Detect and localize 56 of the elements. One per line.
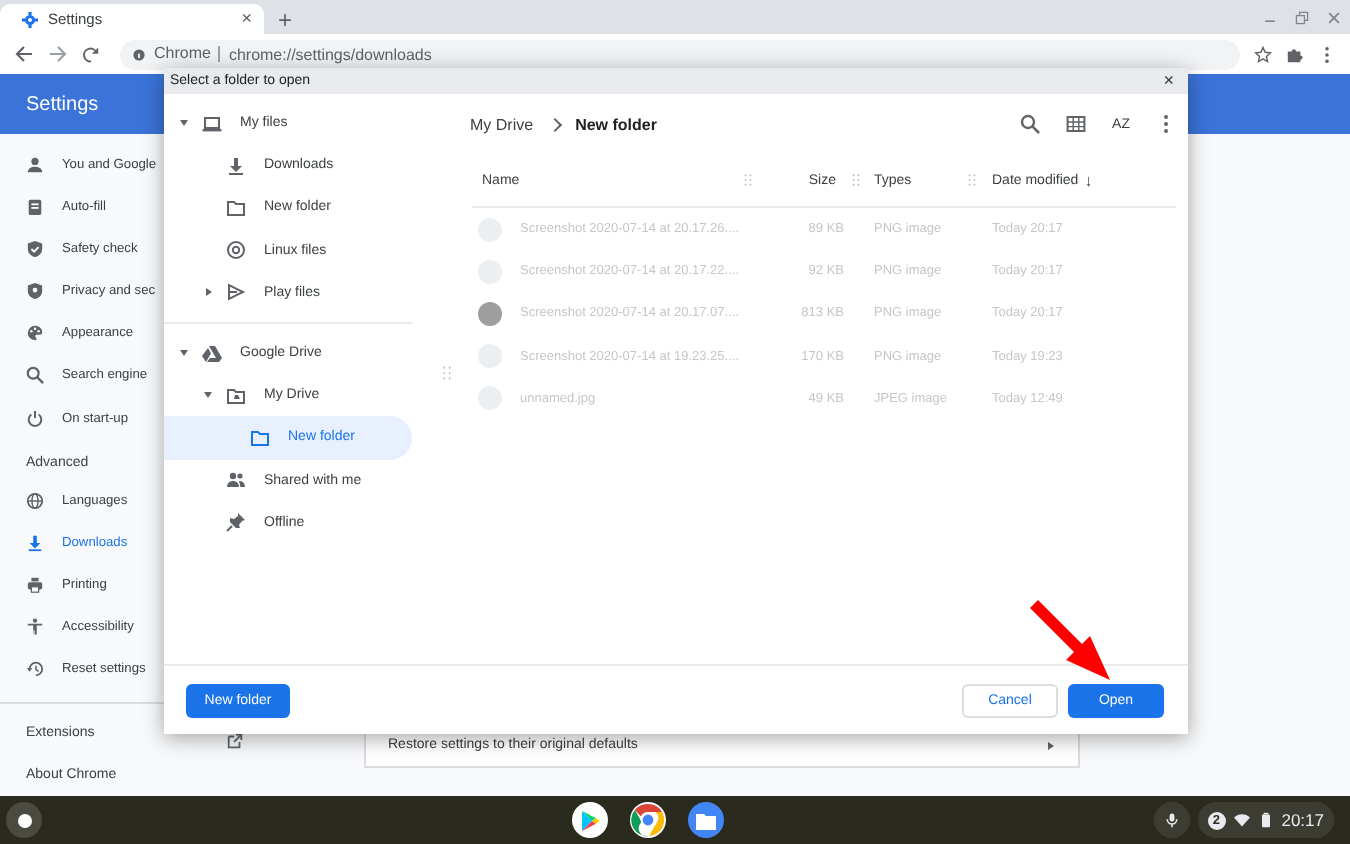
folder-icon <box>250 427 270 448</box>
close-icon <box>1326 9 1342 25</box>
play-icon <box>226 282 246 303</box>
restore-icon <box>1294 9 1310 25</box>
info-icon <box>132 47 146 61</box>
folder-icon <box>226 197 246 218</box>
globe-icon <box>26 491 44 510</box>
person-icon <box>26 156 44 175</box>
pointer-arrow <box>1026 596 1114 684</box>
files-app-icon[interactable] <box>687 802 724 838</box>
drive-icon <box>202 343 222 364</box>
close-button[interactable]: × <box>1163 72 1174 90</box>
linux-icon <box>226 240 246 261</box>
search-icon <box>1020 114 1041 134</box>
download-icon <box>26 533 44 552</box>
pin-icon <box>226 512 246 533</box>
shield-icon <box>26 240 44 259</box>
external-link-icon <box>226 732 244 750</box>
shield-icon <box>26 282 44 301</box>
breadcrumb-item[interactable]: My Drive <box>470 115 534 133</box>
mic-icon <box>1163 812 1180 828</box>
laptop-icon <box>202 113 222 134</box>
play-store-icon[interactable] <box>571 802 608 838</box>
clipboard-icon <box>26 198 44 217</box>
gear-icon <box>22 11 38 27</box>
forward-icon <box>48 44 68 64</box>
reload-icon <box>82 45 100 63</box>
expanded-arrow-icon[interactable] <box>180 120 188 127</box>
download-icon <box>226 155 246 176</box>
star-icon <box>1254 45 1272 63</box>
history-icon <box>26 659 44 678</box>
grid-view-icon <box>1066 114 1087 134</box>
chrome-icon[interactable] <box>629 802 666 838</box>
file-thumbnail-icon <box>478 301 502 326</box>
accessibility-icon <box>26 617 44 636</box>
caret-icon <box>1048 742 1054 750</box>
launcher-button[interactable] <box>6 802 42 838</box>
address-bar[interactable]: Chrome chrome://settings/downloads <box>120 39 1240 69</box>
settings-title: Settings <box>26 93 99 115</box>
back-icon <box>14 44 34 64</box>
breadcrumb-item[interactable]: New folder <box>575 115 657 133</box>
search-icon <box>26 366 44 385</box>
palette-icon <box>26 324 44 343</box>
puzzle-icon <box>1286 45 1304 63</box>
folder-icon <box>226 385 246 406</box>
wifi-icon <box>1233 812 1250 828</box>
sort-arrow[interactable]: ↓ <box>1084 171 1093 189</box>
printer-icon <box>26 575 44 594</box>
clock: 20:17 <box>1281 810 1324 830</box>
expanded-arrow-icon[interactable] <box>204 392 212 399</box>
new-tab-button[interactable]: + <box>278 4 293 34</box>
collapsed-arrow-icon[interactable] <box>205 288 211 297</box>
people-icon <box>226 470 246 491</box>
tab-close-button[interactable]: × <box>241 10 252 28</box>
expanded-arrow-icon[interactable] <box>180 350 188 357</box>
power-icon <box>26 409 44 427</box>
